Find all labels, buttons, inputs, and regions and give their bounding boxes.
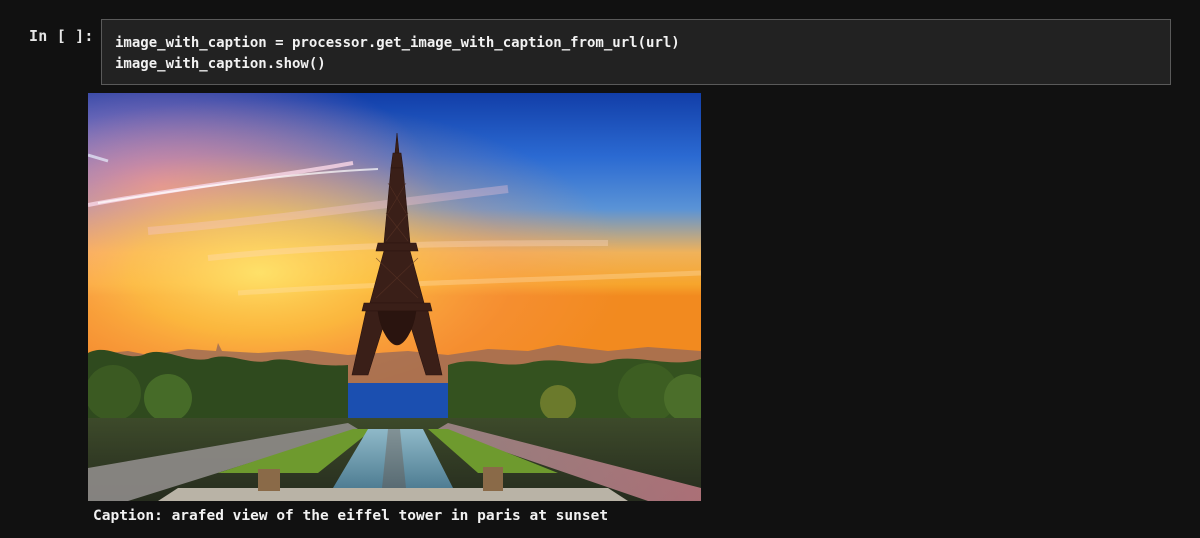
output-caption: Caption: arafed view of the eiffel tower… bbox=[93, 508, 609, 524]
code-line: image_with_caption.show() bbox=[115, 56, 326, 72]
output-image-eiffel-tower bbox=[88, 93, 701, 501]
cell-prompt: In [ ]: bbox=[29, 27, 94, 45]
code-cell-editor[interactable]: image_with_caption = processor.get_image… bbox=[101, 19, 1171, 85]
code-line: image_with_caption = processor.get_image… bbox=[115, 35, 680, 51]
